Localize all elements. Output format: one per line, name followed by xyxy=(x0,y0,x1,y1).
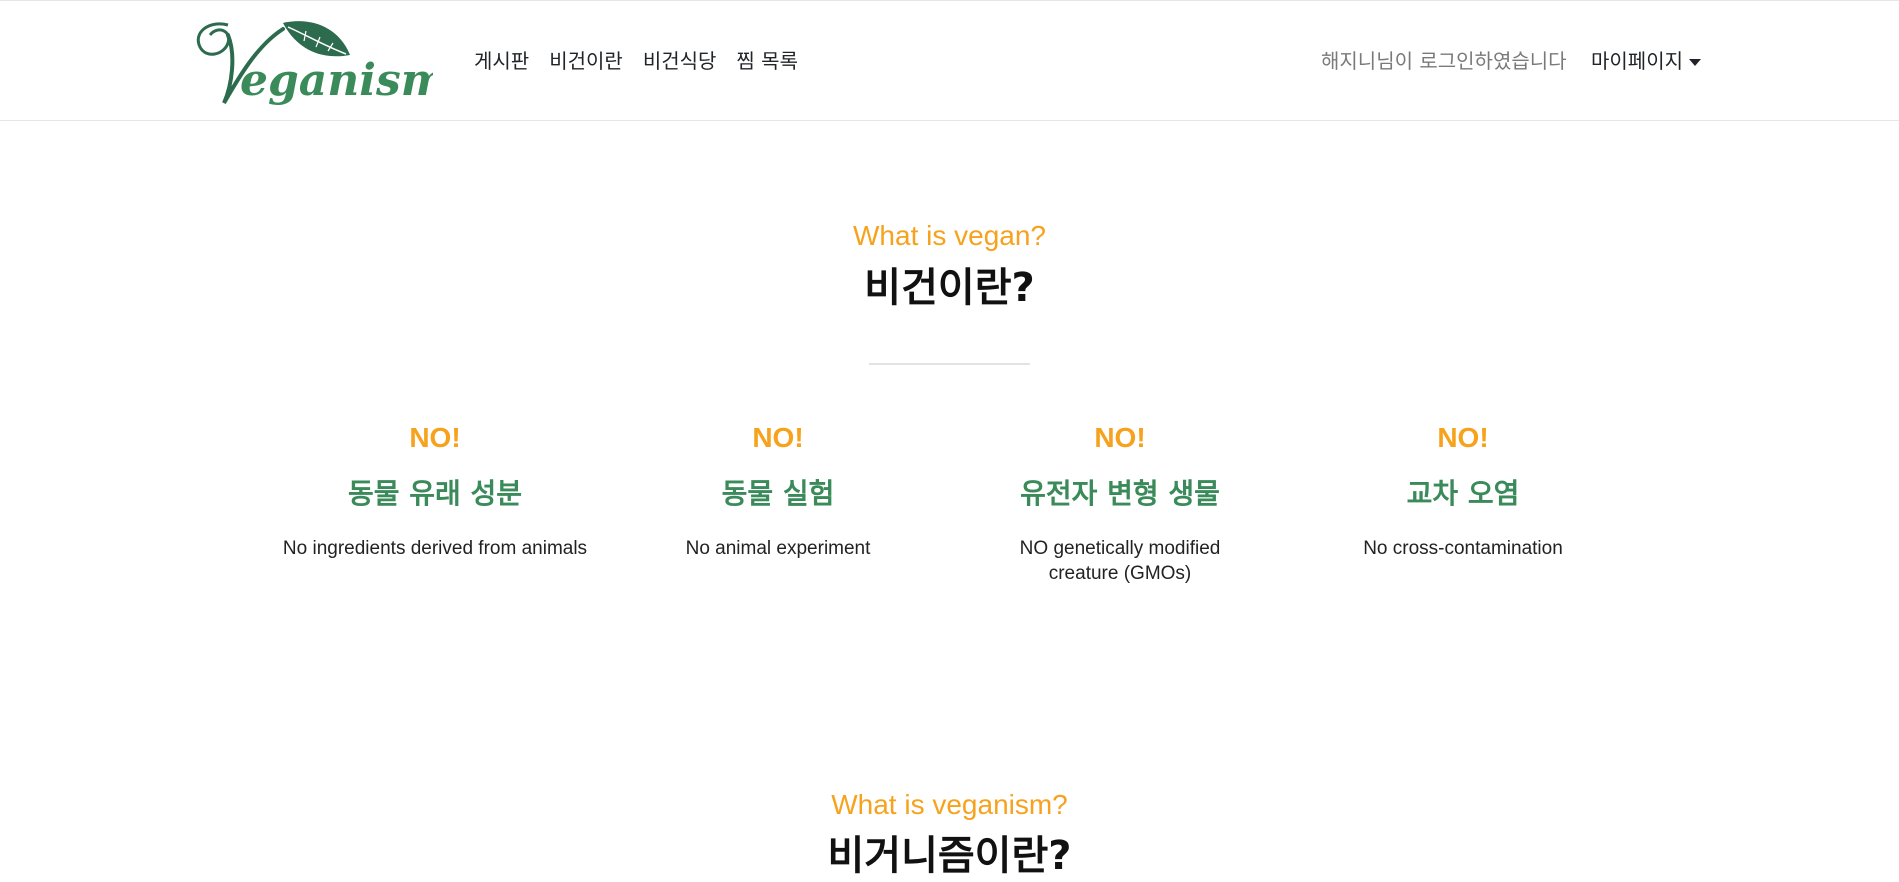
leaf-logo-icon: eganism xyxy=(196,21,447,106)
svg-text:eganism: eganism xyxy=(240,55,433,106)
feature-description: NO genetically modified creature (GMOs) xyxy=(1019,538,1221,584)
feature-no-label: NO! xyxy=(1094,422,1146,453)
veganism-logo[interactable]: eganism xyxy=(188,15,447,111)
feature-card: NO! 동물 실험 No animal experiment xyxy=(613,418,943,561)
vegan-section-title: 비건이란? xyxy=(864,265,1035,311)
feature-no-label: NO! xyxy=(1437,422,1489,453)
feature-title: 동물 실험 xyxy=(721,477,835,510)
nav-what-is-vegan[interactable]: 비건이란 xyxy=(549,45,623,77)
feature-no-label: NO! xyxy=(409,422,461,453)
veganism-section-subtitle: What is veganism? xyxy=(831,789,1068,820)
nav-vegan-restaurants[interactable]: 비건식당 xyxy=(643,45,717,77)
main-nav: 게시판 비건이란 비건식당 찜 목록 xyxy=(474,45,798,77)
feature-title: 교차 오염 xyxy=(1406,477,1520,510)
vegan-section-subtitle: What is vegan? xyxy=(853,220,1046,251)
nav-wishlist[interactable]: 찜 목록 xyxy=(736,45,798,77)
feature-card: NO! 교차 오염 No cross-contamination xyxy=(1298,418,1628,561)
top-navbar: eganism 게시판 비건이란 비건식당 찜 목록 해지니님이 로그인하였습니… xyxy=(0,0,1899,121)
feature-description: No cross-contamination xyxy=(1363,538,1563,559)
nav-board[interactable]: 게시판 xyxy=(474,45,529,77)
veganism-section-title: 비거니즘이란? xyxy=(827,833,1072,879)
feature-description: No ingredients derived from animals xyxy=(282,538,588,559)
caret-down-icon xyxy=(1689,58,1701,66)
login-status-text: 해지니님이 로그인하였습니다 xyxy=(1321,49,1567,73)
feature-card: NO! 유전자 변형 생물 NO genetically modified cr… xyxy=(955,418,1285,586)
feature-card: NO! 동물 유래 성분 No ingredients derived from… xyxy=(270,418,600,561)
feature-no-label: NO! xyxy=(752,422,804,453)
mypage-dropdown[interactable]: 마이페이지 xyxy=(1591,45,1701,77)
feature-title: 유전자 변형 생물 xyxy=(1020,477,1220,510)
feature-description: No animal experiment xyxy=(685,538,871,559)
mypage-label: 마이페이지 xyxy=(1591,49,1683,73)
feature-title: 동물 유래 성분 xyxy=(347,477,523,510)
section-divider xyxy=(869,363,1030,365)
